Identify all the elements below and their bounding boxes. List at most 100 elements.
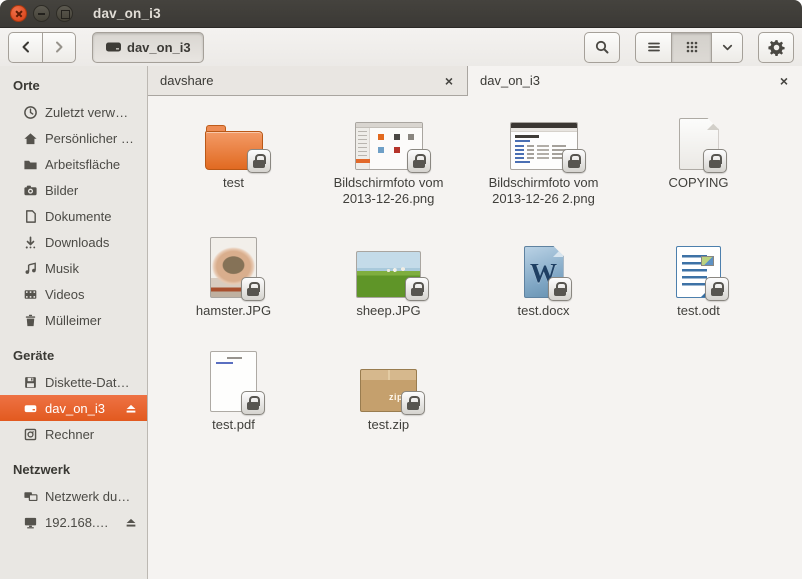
tab-davshare[interactable]: davshare × <box>148 66 468 96</box>
recent-clock-icon <box>23 105 38 120</box>
sidebar-item-remote-share[interactable]: 192.168.… <box>0 509 147 535</box>
file-name: Bildschirmfoto vom 2013-12-26 2.png <box>475 175 613 207</box>
file-item-test-folder[interactable]: test <box>205 102 263 230</box>
sidebar-item-floppy[interactable]: Diskette-Dat… <box>0 369 147 395</box>
lock-emblem-icon <box>562 149 586 173</box>
floppy-icon <box>23 375 38 390</box>
tab-bar: davshare × dav_on_i3 × <box>148 66 802 96</box>
sidebar-item-label: Dokumente <box>45 209 111 224</box>
file-name: test.odt <box>677 303 720 319</box>
path-bar-label: dav_on_i3 <box>127 40 191 55</box>
grid-view-button[interactable] <box>671 32 711 63</box>
back-chevron-icon <box>18 39 34 55</box>
film-icon <box>23 287 38 302</box>
view-options-dropdown-button[interactable] <box>711 32 743 63</box>
file-name: test.pdf <box>212 417 255 433</box>
sidebar-item-videos[interactable]: Videos <box>0 281 147 307</box>
harddisk-icon <box>23 401 38 416</box>
forward-button[interactable] <box>42 32 76 63</box>
icon-grid: test Bildschirmfoto vom 2013-12-26.png <box>156 102 802 456</box>
sidebar-section-devices: Geräte Diskette-Dat… dav_on_i3 Rechner <box>0 342 147 447</box>
sidebar-item-label: Netzwerk du… <box>45 489 130 504</box>
sidebar-item-documents[interactable]: Dokumente <box>0 203 147 229</box>
documents-icon <box>23 209 38 224</box>
lock-emblem-icon <box>407 149 431 173</box>
file-name: COPYING <box>669 175 729 191</box>
sidebar-item-music[interactable]: Musik <box>0 255 147 281</box>
file-view: test Bildschirmfoto vom 2013-12-26.png <box>148 96 802 579</box>
remote-share-icon <box>23 515 38 530</box>
eject-icon <box>124 401 138 415</box>
file-item-test-odt[interactable]: test.odt <box>676 230 721 344</box>
sidebar-item-home[interactable]: Persönlicher … <box>0 125 147 151</box>
sidebar-item-label: dav_on_i3 <box>45 401 105 416</box>
file-item-screenshot-1[interactable]: Bildschirmfoto vom 2013-12-26.png <box>320 102 458 230</box>
search-button[interactable] <box>584 32 620 63</box>
sidebar-item-network-browse[interactable]: Netzwerk du… <box>0 483 147 509</box>
file-item-sheep-jpg[interactable]: sheep.JPG <box>356 230 421 344</box>
window-maximize-button[interactable] <box>56 5 73 22</box>
pictures-camera-icon <box>23 183 38 198</box>
sidebar-item-recent[interactable]: Zuletzt verw… <box>0 99 147 125</box>
main-pane: davshare × dav_on_i3 × test <box>148 66 802 579</box>
list-view-icon <box>646 39 662 55</box>
sidebar-item-trash[interactable]: Mülleimer <box>0 307 147 333</box>
settings-menu-button[interactable] <box>758 32 794 63</box>
sidebar-item-label: Bilder <box>45 183 78 198</box>
sidebar-item-downloads[interactable]: Downloads <box>0 229 147 255</box>
tab-dav-on-i3[interactable]: dav_on_i3 × <box>468 66 802 96</box>
sidebar-item-desktop[interactable]: Arbeitsfläche <box>0 151 147 177</box>
window-title: dav_on_i3 <box>93 6 161 21</box>
sidebar-section-header-network: Netzwerk <box>0 456 147 483</box>
sidebar-section-header-places: Orte <box>0 72 147 99</box>
eject-button[interactable] <box>124 401 138 415</box>
sidebar-item-computer[interactable]: Rechner <box>0 421 147 447</box>
file-item-test-pdf[interactable]: test.pdf <box>210 344 257 456</box>
file-name: sheep.JPG <box>356 303 420 319</box>
computer-icon <box>23 427 38 442</box>
sidebar-item-label: Downloads <box>45 235 109 250</box>
sidebar-item-label: Diskette-Dat… <box>45 375 130 390</box>
file-item-test-zip[interactable]: zip test.zip <box>360 344 417 456</box>
lock-emblem-icon <box>548 277 572 301</box>
sidebar-item-label: Rechner <box>45 427 94 442</box>
toolbar: dav_on_i3 <box>0 28 802 66</box>
file-name: hamster.JPG <box>196 303 271 319</box>
file-item-hamster-jpg[interactable]: hamster.JPG <box>196 230 271 344</box>
list-view-button[interactable] <box>635 32 671 63</box>
file-name: test <box>223 175 244 191</box>
back-button[interactable] <box>8 32 42 63</box>
file-manager-window: dav_on_i3 dav_on_i3 <box>0 0 802 579</box>
file-item-screenshot-2[interactable]: Bildschirmfoto vom 2013-12-26 2.png <box>475 102 613 230</box>
file-item-copying[interactable]: COPYING <box>669 102 729 230</box>
window-minimize-button[interactable] <box>33 5 50 22</box>
tab-close-button[interactable]: × <box>778 73 790 89</box>
file-name: Bildschirmfoto vom 2013-12-26.png <box>320 175 458 207</box>
sidebar-item-label: Persönlicher … <box>45 131 134 146</box>
tab-close-button[interactable]: × <box>443 73 455 89</box>
eject-button[interactable] <box>124 515 138 529</box>
lock-emblem-icon <box>705 277 729 301</box>
sidebar-section-header-devices: Geräte <box>0 342 147 369</box>
sidebar-item-label: Arbeitsfläche <box>45 157 120 172</box>
sidebar-item-label: Zuletzt verw… <box>45 105 128 120</box>
sidebar-section-network: Netzwerk Netzwerk du… 192.168.… <box>0 456 147 535</box>
file-item-test-docx[interactable]: W test.docx <box>517 230 569 344</box>
gear-icon <box>768 39 785 56</box>
trash-icon <box>23 313 38 328</box>
sidebar-item-label: Mülleimer <box>45 313 101 328</box>
window-close-button[interactable] <box>10 5 27 22</box>
file-name: test.docx <box>517 303 569 319</box>
network-icon <box>23 489 38 504</box>
lock-emblem-icon <box>241 391 265 415</box>
sidebar-item-dav-on-i3[interactable]: dav_on_i3 <box>0 395 147 421</box>
grid-view-icon <box>684 39 700 55</box>
sidebar-item-label: Videos <box>45 287 85 302</box>
tab-label: dav_on_i3 <box>480 73 540 88</box>
view-toggle-group <box>635 32 743 63</box>
sidebar-item-pictures[interactable]: Bilder <box>0 177 147 203</box>
eject-icon <box>124 515 138 529</box>
lock-emblem-icon <box>241 277 265 301</box>
path-bar-location-button[interactable]: dav_on_i3 <box>92 32 204 63</box>
titlebar: dav_on_i3 <box>0 0 802 28</box>
